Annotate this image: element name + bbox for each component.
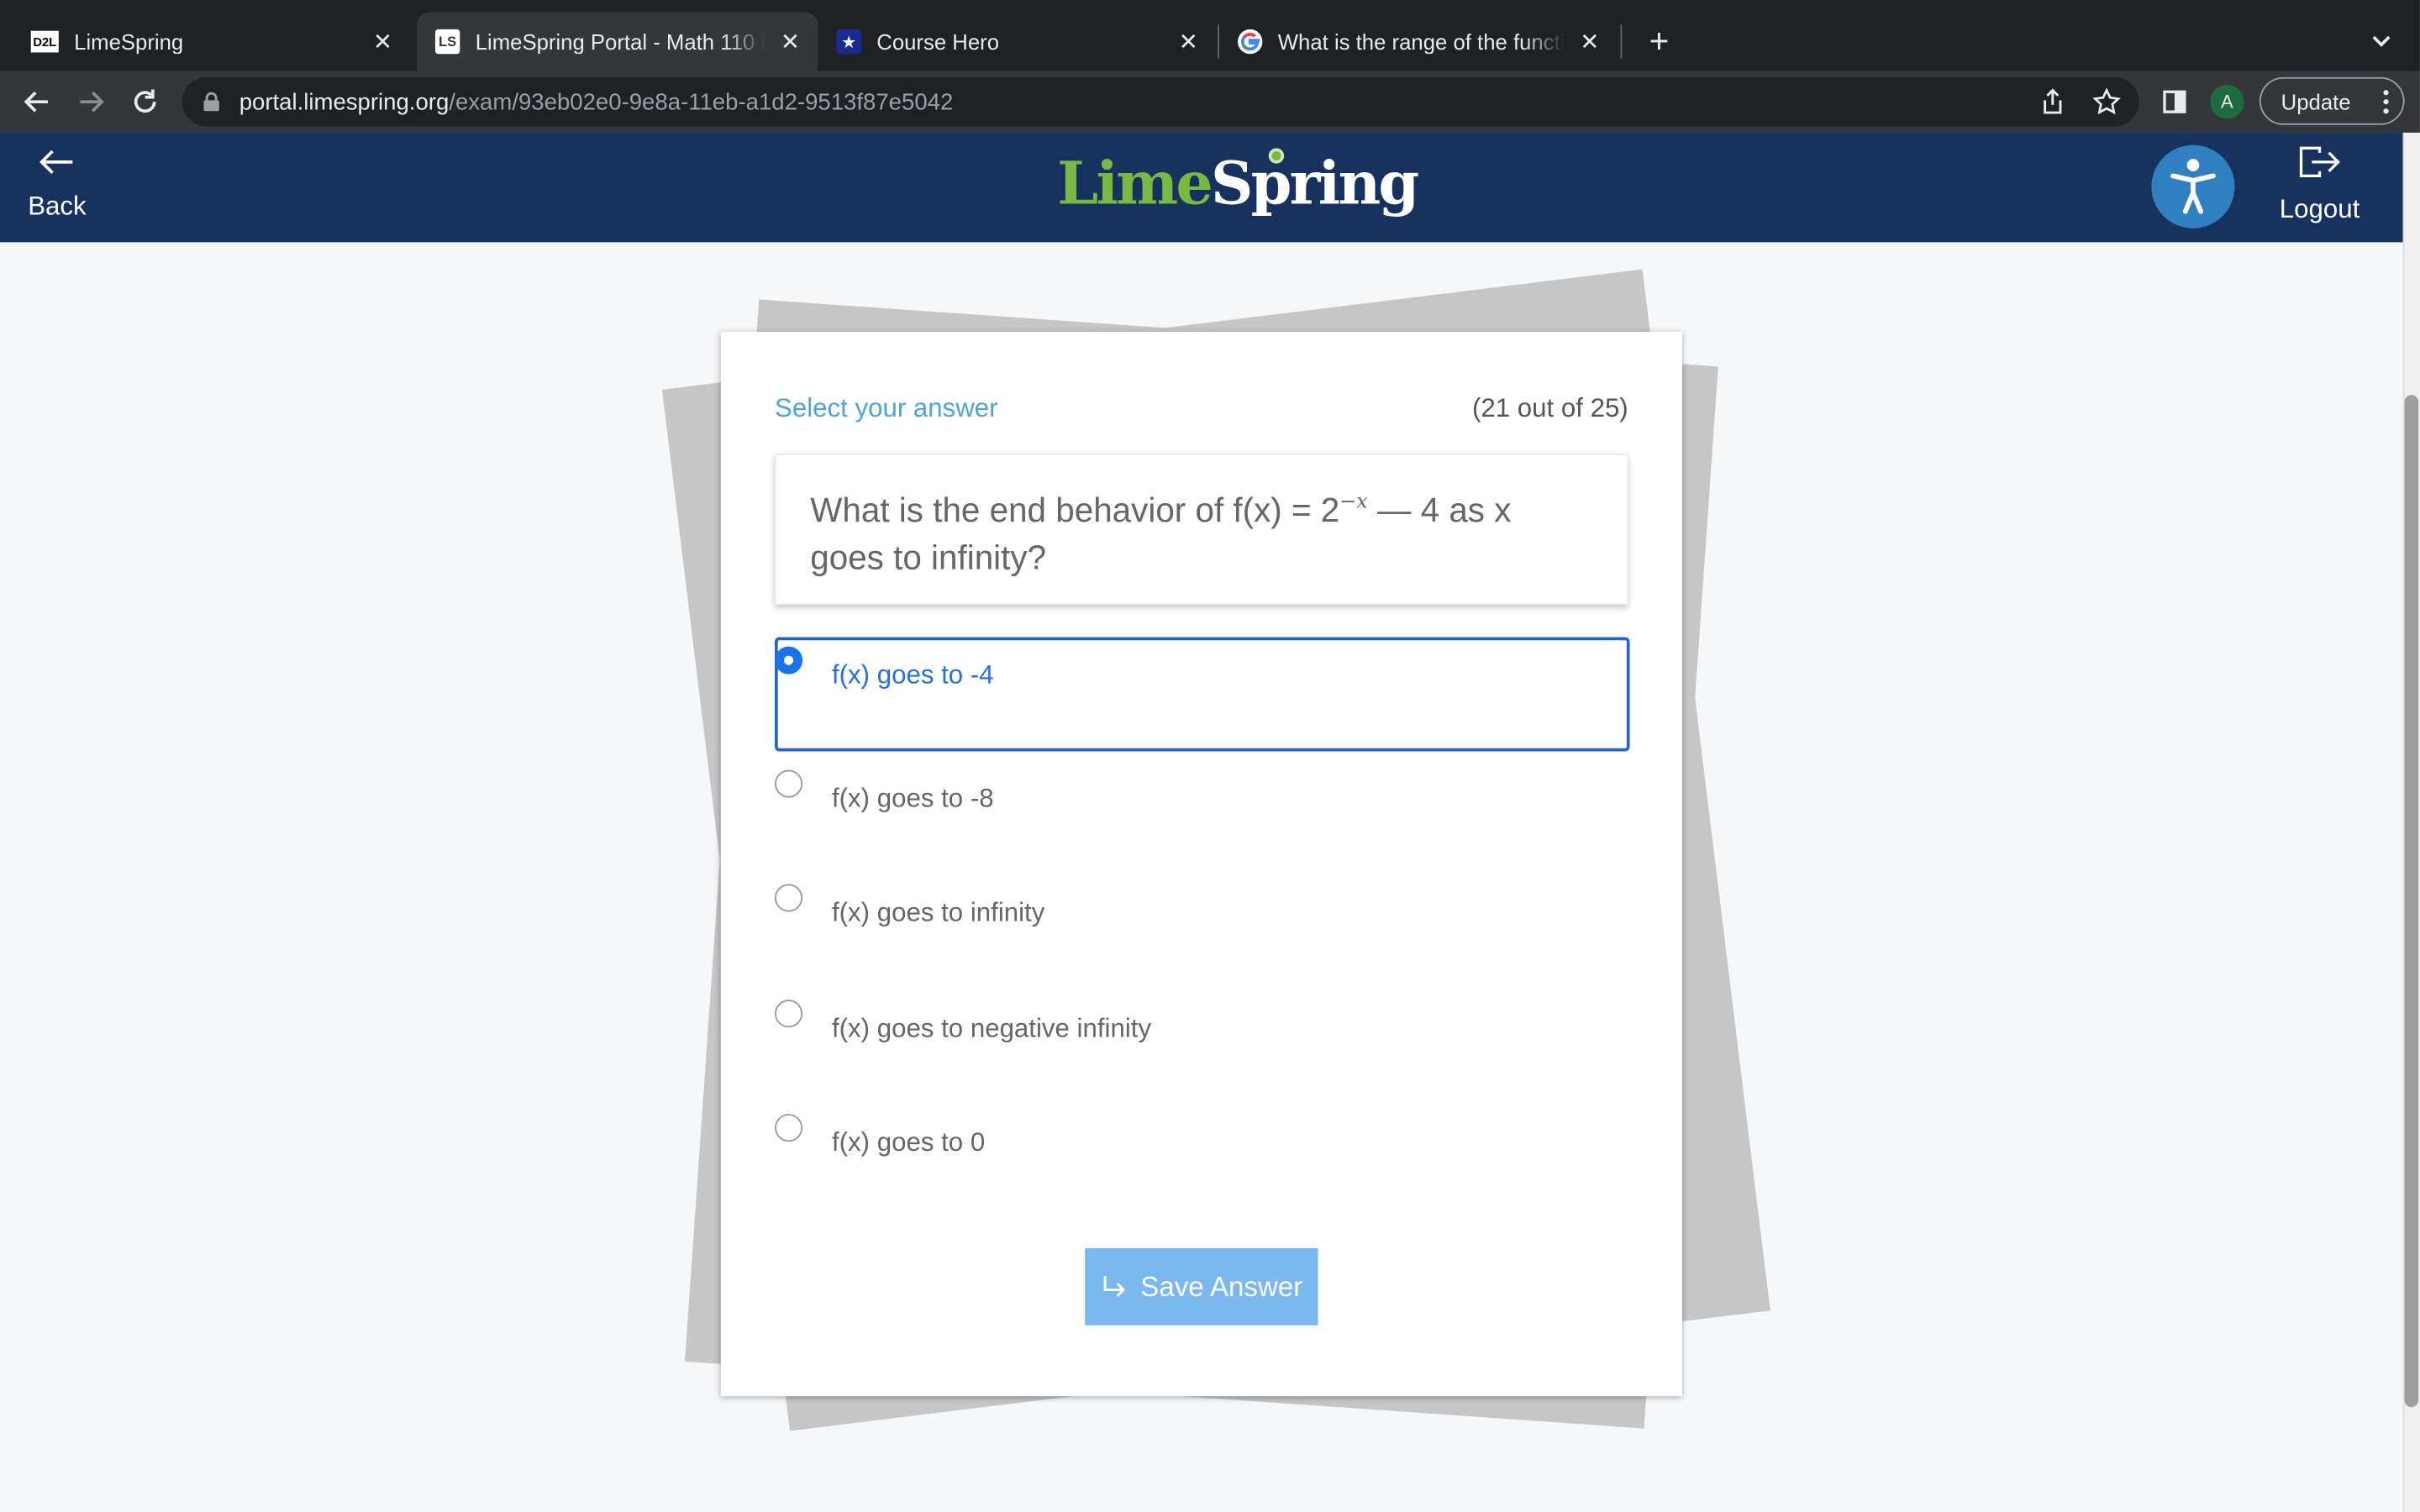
tab-separator [1620,24,1623,59]
tab-close-icon[interactable]: ✕ [1574,26,1605,57]
accessibility-person-icon [2170,159,2216,214]
tab-title: What is the range of the functio [1277,29,1565,55]
forward-arrow-icon[interactable] [72,83,109,120]
tab-close-icon[interactable]: ✕ [1173,26,1204,57]
answer-option-5[interactable]: f(x) goes to 0 [775,1105,1630,1219]
update-button[interactable]: Update [2259,76,2405,125]
tab-list-chevron-down-icon[interactable] [2365,24,2398,58]
limespring-favicon-icon: LS [434,29,460,55]
url-host: portal.limespring.org [239,89,450,116]
tab-title: LimeSpring Portal - Math 110 F [475,29,766,55]
google-icon [1238,29,1263,55]
page-scrollbar-thumb[interactable] [2404,395,2419,1408]
answer-option-label: f(x) goes to negative infinity [831,1013,1152,1043]
answer-option-label: f(x) goes to infinity [831,897,1045,927]
radio-button[interactable] [775,1114,803,1142]
answer-option-label: f(x) goes to 0 [831,1127,986,1158]
answer-option-label: f(x) goes to -8 [831,784,994,813]
answer-option-1[interactable]: f(x) goes to -4 [775,637,1630,752]
reply-arrow-icon [1103,1275,1126,1297]
logo-dot [1268,148,1285,164]
tab-course-hero[interactable]: ★ Course Hero ✕ [818,13,1216,71]
tab-strip: D2L LimeSpring ✕ LS LimeSpring Portal - … [0,0,2420,71]
update-label: Update [2281,88,2351,113]
accessibility-button[interactable] [2151,144,2235,228]
save-answer-label: Save Answer [1140,1270,1303,1302]
tab-limespring-portal[interactable]: LS LimeSpring Portal - Math 110 F ✕ [416,12,818,71]
logout-icon [2299,146,2340,178]
browser-toolbar: portal.limespring.org/exam/93eb02e0-9e8a… [0,71,2420,133]
star-icon: ★ [836,29,861,55]
back-arrow-icon[interactable] [18,83,55,120]
save-answer-button[interactable]: Save Answer [1085,1247,1318,1326]
site-header: Back LimeSpring [0,132,2403,243]
answer-option-label: f(x) goes to -4 [831,660,994,690]
radio-button-selected[interactable] [775,646,803,675]
reload-icon[interactable] [127,83,164,120]
logout-button[interactable]: Logout [2272,145,2368,232]
side-panel-icon[interactable] [2156,83,2193,120]
question-counter: (21 out of 25) [1471,393,1628,423]
answer-option-2[interactable]: f(x) goes to -8 [775,760,1630,874]
radio-button[interactable] [775,1000,803,1028]
select-answer-prompt: Select your answer [775,393,998,423]
tab-close-icon[interactable]: ✕ [775,26,806,57]
browser-window: D2L LimeSpring ✕ LS LimeSpring Portal - … [0,0,2420,1512]
back-arrow-icon [39,150,73,175]
lock-icon [203,92,219,112]
tab-close-icon[interactable]: ✕ [367,26,398,57]
answer-option-3[interactable]: f(x) goes to infinity [775,874,1630,989]
tab-title: Course Hero [876,29,1000,55]
limespring-logo: LimeSpring [1057,148,1419,218]
new-tab-plus-icon[interactable]: + [1639,22,1680,62]
address-bar[interactable]: portal.limespring.org/exam/93eb02e0-9e8a… [182,76,2139,127]
answer-option-4[interactable]: f(x) goes to negative infinity [775,990,1630,1105]
radio-button[interactable] [775,769,803,798]
share-icon[interactable] [2034,83,2071,120]
back-button[interactable]: Back [18,145,96,232]
logout-label: Logout [2279,194,2360,224]
question-text-box: What is the end behavior of f(x) = 2−x —… [775,453,1628,605]
question-exponent: −x [1339,491,1368,514]
bookmark-star-icon[interactable] [2088,83,2125,120]
question-text-before: What is the end behavior of f(x) = 2 [810,491,1340,529]
tab-google-search[interactable]: What is the range of the functio ✕ [1219,13,1618,71]
back-label: Back [28,191,87,221]
radio-button[interactable] [775,884,803,912]
url-text: portal.limespring.org/exam/93eb02e0-9e8a… [239,90,954,116]
profile-avatar[interactable]: A [2210,85,2244,119]
url-path: /exam/93eb02e0-9e8a-11eb-a1d2-9513f87e50… [449,89,954,116]
more-menu-icon[interactable] [2383,88,2389,116]
d2l-favicon-icon: D2L [30,30,59,53]
question-card: Select your answer (21 out of 25) What i… [720,331,1683,1397]
tab-limespring-d2l[interactable]: D2L LimeSpring ✕ [13,13,411,71]
tab-title: LimeSpring [74,29,184,55]
